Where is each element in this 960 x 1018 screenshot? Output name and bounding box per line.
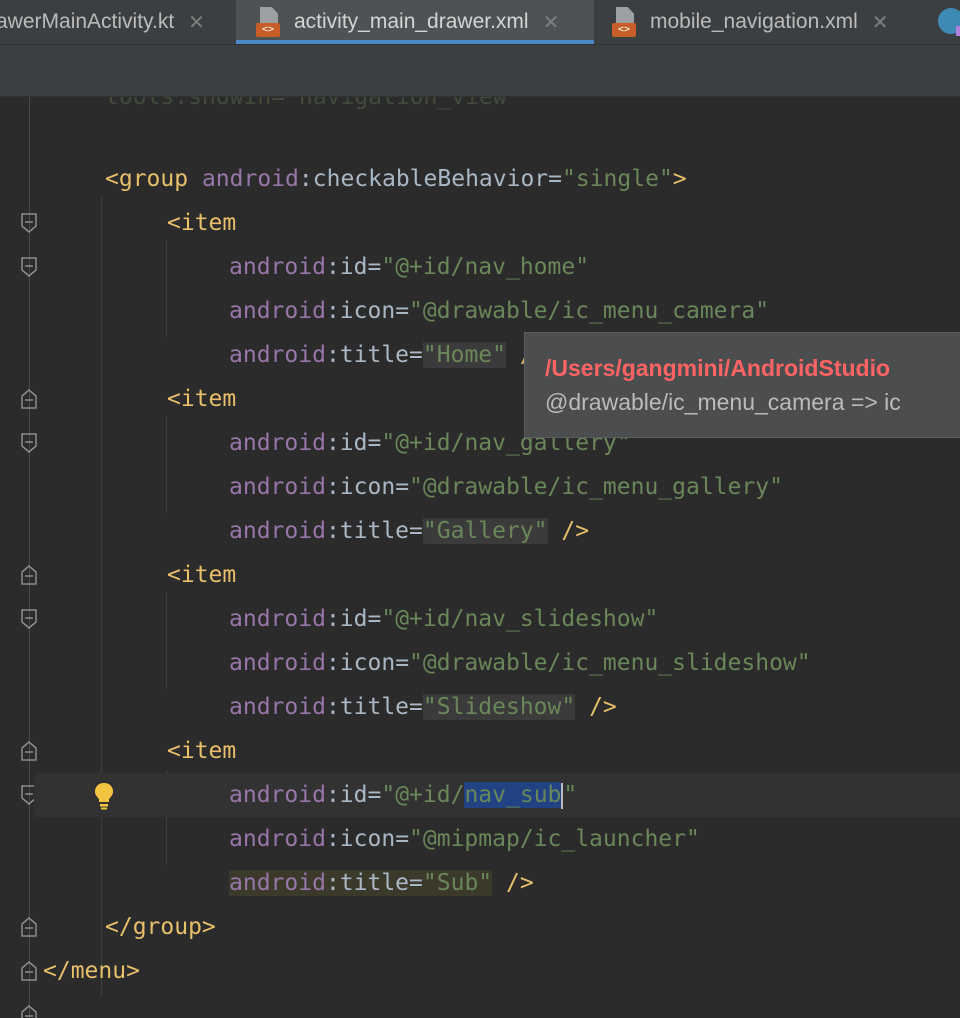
lightbulb-icon[interactable]	[92, 781, 116, 811]
code-line-item-open: <item	[0, 201, 960, 277]
tab-label: awerMainActivity.kt	[0, 10, 175, 33]
close-icon[interactable]: ✕	[188, 10, 205, 35]
code-line: tools:showIn="navigation_view"	[105, 97, 521, 110]
tab-activity-main-drawer[interactable]: <> activity_main_drawer.xml ✕	[236, 0, 594, 44]
code-line-group-open: <group android:checkableBehavior="single…	[0, 157, 960, 233]
tab-main-activity[interactable]: awerMainActivity.kt ✕	[0, 0, 230, 44]
code-line: android:title="Gallery" />	[0, 509, 960, 585]
code-line: android:icon="@mipmap/ic_launcher"	[229, 826, 700, 852]
xml-file-icon: <>	[256, 7, 282, 37]
code-line-menu-close: </menu>	[0, 949, 960, 1018]
tab-label: activity_main_drawer.xml	[294, 10, 529, 33]
code-line-item-open: <item	[0, 729, 960, 805]
code-editor[interactable]: tools:showIn="navigation_view" <group an…	[0, 97, 960, 1018]
code-line: android:id="@+id/nav_slideshow"	[229, 606, 659, 632]
code-line: android:id="@+id/nav_home"	[229, 254, 590, 280]
code-line: android:title="Slideshow" />	[0, 685, 960, 761]
code-line: android:icon="@drawable/ic_menu_camera"	[229, 298, 770, 324]
editor-tab-bar: awerMainActivity.kt ✕ <> activity_main_d…	[0, 0, 960, 45]
code-line-group-close: </group>	[0, 905, 960, 981]
selected-text[interactable]: nav_sub	[464, 782, 562, 808]
code-line-current: android:id="@+id/nav_sub"	[34, 773, 960, 817]
tab-mobile-navigation[interactable]: <> mobile_navigation.xml ✕	[594, 0, 928, 44]
close-icon[interactable]: ✕	[872, 10, 889, 35]
xml-file-icon: <>	[612, 7, 638, 37]
tooltip-resolution: @drawable/ic_menu_camera => ic	[545, 389, 901, 415]
code-line: android:icon="@drawable/ic_menu_gallery"	[229, 474, 783, 500]
tab-label: mobile_navigation.xml	[650, 10, 858, 33]
editor-breadcrumb-bar	[0, 45, 960, 97]
tooltip-file-path[interactable]: /Users/gangmini/AndroidStudio	[545, 355, 890, 382]
fold-close-icon[interactable]	[21, 1005, 37, 1018]
code-line-item-open: <item	[0, 553, 960, 629]
code-line: android:icon="@drawable/ic_menu_slidesho…	[229, 650, 811, 676]
resource-tooltip: /Users/gangmini/AndroidStudio @drawable/…	[524, 332, 960, 438]
kotlin-file-icon[interactable]	[938, 8, 960, 36]
close-icon[interactable]: ✕	[543, 10, 560, 35]
code-line-warning: android:title="Sub" />	[0, 861, 960, 937]
